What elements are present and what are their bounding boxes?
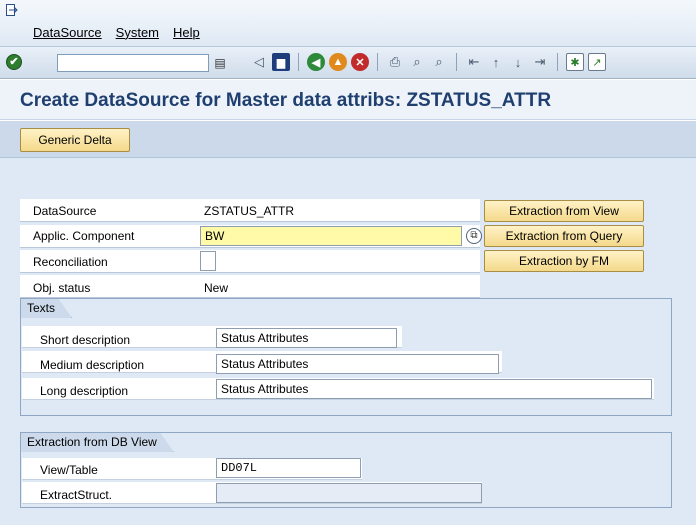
last-page-icon[interactable]: ⇥ bbox=[531, 53, 549, 71]
find-icon[interactable]: ⌕ bbox=[408, 53, 426, 71]
system-toolbar: ✔ ▤ ◁ ▆ ◀ ▲ ✕ ⎙ ⌕ ⌕ ⇤ ↑ ↓ ⇥ ✱ ↗ bbox=[0, 47, 696, 79]
find-next-icon[interactable]: ⌕ bbox=[430, 53, 448, 71]
command-history-icon[interactable]: ▤ bbox=[213, 54, 227, 72]
generic-delta-button[interactable]: Generic Delta bbox=[20, 128, 130, 152]
create-session-icon[interactable]: ✱ bbox=[566, 53, 584, 71]
extract-struct-input[interactable] bbox=[216, 483, 482, 503]
long-description-label: Long description bbox=[40, 384, 129, 398]
obj-status-label: Obj. status bbox=[33, 281, 91, 295]
back-icon[interactable]: ◁ bbox=[250, 53, 268, 71]
extraction-by-fm-button[interactable]: Extraction by FM bbox=[484, 250, 644, 272]
enter-icon[interactable]: ✔ bbox=[6, 54, 22, 70]
menu-bar: DataSource System Help bbox=[0, 0, 696, 47]
extract-struct-label: ExtractStruct. bbox=[40, 488, 113, 502]
page-title: Create DataSource for Master data attrib… bbox=[20, 90, 552, 111]
save-icon[interactable]: ▆ bbox=[272, 53, 290, 71]
extraction-from-view-button[interactable]: Extraction from View bbox=[484, 200, 644, 222]
exit-icon[interactable]: ▲ bbox=[329, 53, 347, 71]
menu-help[interactable]: Help bbox=[173, 25, 200, 40]
command-field[interactable] bbox=[57, 54, 209, 72]
toolbar-separator bbox=[456, 53, 457, 71]
view-table-label: View/Table bbox=[40, 463, 98, 477]
value-help-icon[interactable]: ⧉ bbox=[466, 228, 482, 244]
prev-page-icon[interactable]: ↑ bbox=[487, 53, 505, 71]
obj-status-value: New bbox=[204, 281, 229, 295]
datasource-value: ZSTATUS_ATTR bbox=[204, 204, 294, 218]
next-page-icon[interactable]: ↓ bbox=[509, 53, 527, 71]
menu-options-icon[interactable] bbox=[6, 4, 18, 16]
extraction-from-query-button[interactable]: Extraction from Query bbox=[484, 225, 644, 247]
menu-datasource[interactable]: DataSource bbox=[33, 25, 102, 40]
first-page-icon[interactable]: ⇤ bbox=[465, 53, 483, 71]
layout-icon[interactable]: ↗ bbox=[588, 53, 606, 71]
medium-description-label: Medium description bbox=[40, 358, 145, 372]
toolbar-icons: ◁ ▆ ◀ ▲ ✕ ⎙ ⌕ ⌕ ⇤ ↑ ↓ ⇥ ✱ ↗ bbox=[250, 53, 606, 71]
applic-component-label: Applic. Component bbox=[33, 229, 135, 243]
long-description-input[interactable]: Status Attributes bbox=[216, 379, 652, 399]
print-icon[interactable]: ⎙ bbox=[386, 53, 404, 71]
toolbar-separator bbox=[298, 53, 299, 71]
toolbar-separator bbox=[557, 53, 558, 71]
short-description-label: Short description bbox=[40, 333, 131, 347]
short-description-input[interactable]: Status Attributes bbox=[216, 328, 397, 348]
db-view-group-title: Extraction from DB View bbox=[20, 432, 174, 452]
reconciliation-label: Reconciliation bbox=[33, 255, 108, 269]
medium-description-input[interactable]: Status Attributes bbox=[216, 354, 499, 374]
menu-system[interactable]: System bbox=[116, 25, 159, 40]
cancel-icon[interactable]: ✕ bbox=[351, 53, 369, 71]
datasource-label: DataSource bbox=[33, 204, 97, 218]
applic-component-input[interactable]: BW bbox=[200, 226, 462, 246]
back-green-icon[interactable]: ◀ bbox=[307, 53, 325, 71]
toolbar-separator bbox=[377, 53, 378, 71]
view-table-input[interactable]: DD07L bbox=[216, 458, 361, 478]
texts-group-title: Texts bbox=[20, 298, 72, 318]
menu-items: DataSource System Help bbox=[33, 25, 200, 40]
reconciliation-checkbox[interactable] bbox=[200, 251, 216, 271]
